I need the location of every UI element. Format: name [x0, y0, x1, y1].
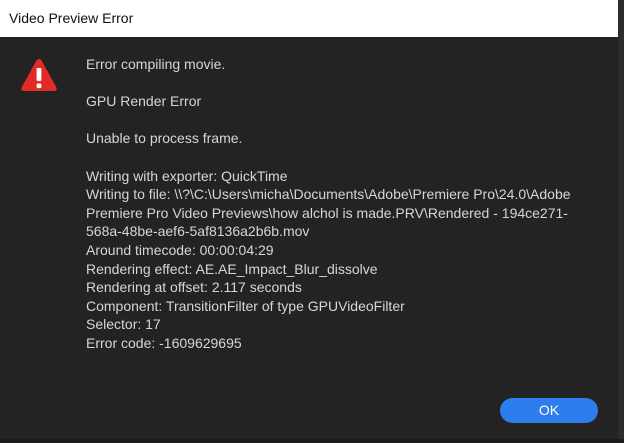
window-title: Video Preview Error [0, 0, 618, 37]
window-bottom-edge [0, 439, 624, 443]
error-line-exporter: Writing with exporter: QuickTime [86, 167, 288, 184]
error-line-gpu: GPU Render Error [86, 93, 202, 110]
error-message: Error compiling movie. GPU Render Error … [86, 55, 596, 353]
window-edge [618, 0, 624, 443]
error-line-component: Component: TransitionFilter of type GPUV… [86, 297, 405, 314]
error-line-code: Error code: -1609629695 [86, 334, 242, 351]
error-line-selector: Selector: 17 [86, 316, 161, 333]
warning-icon [21, 59, 57, 91]
error-dialog: Video Preview Error Error compiling movi… [0, 0, 624, 443]
error-line-frame: Unable to process frame. [86, 130, 243, 147]
error-line-timecode: Around timecode: 00:00:04:29 [86, 241, 274, 258]
error-line-effect: Rendering effect: AE.AE_Impact_Blur_diss… [86, 260, 378, 277]
error-line-file-path: Writing to file: \\?\C:\Users\micha\Docu… [86, 186, 571, 240]
ok-button[interactable]: OK [500, 398, 598, 423]
error-line-offset: Rendering at offset: 2.117 seconds [86, 279, 302, 296]
error-line-compiling: Error compiling movie. [86, 56, 226, 72]
